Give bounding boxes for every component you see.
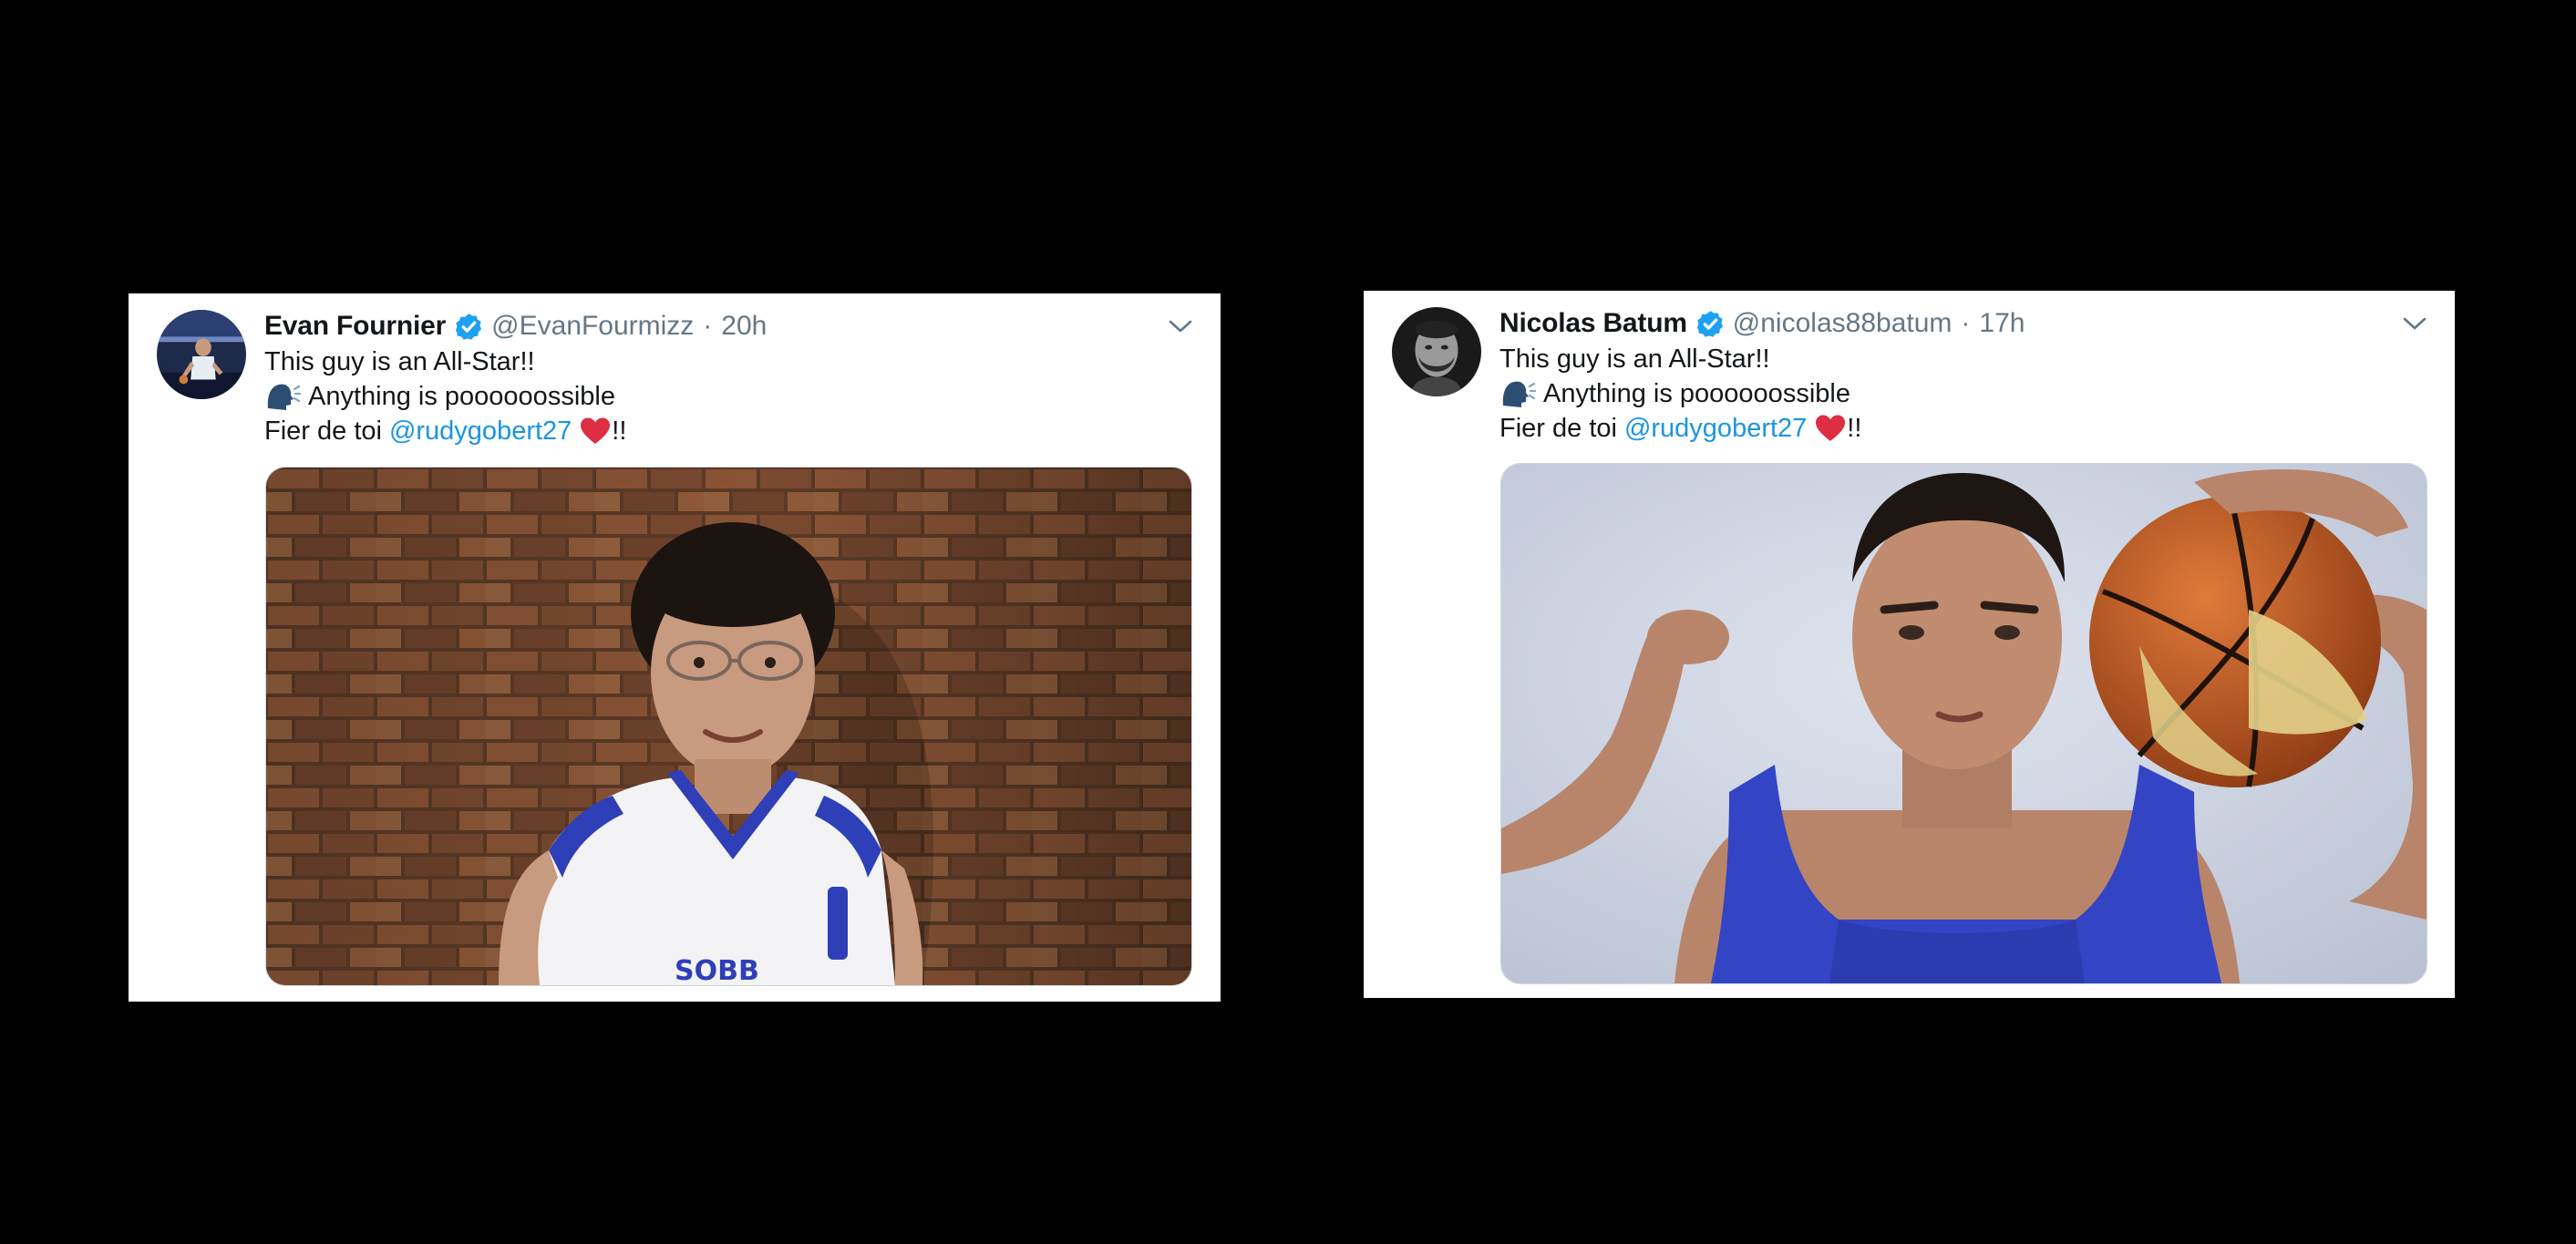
tweet-card-evan-fournier[interactable]: Evan Fournier @EvanFourmizz · 20h This g… [129,293,1221,1002]
chevron-down-icon[interactable] [2402,314,2427,333]
avatar[interactable] [1392,307,1481,396]
tweet-line-2: Anything is poooooossible [1499,376,2418,411]
handle[interactable]: @EvanFourmizz [491,311,694,342]
red-heart-icon [579,416,612,446]
avatar-image [157,310,246,399]
speaking-head-icon [1499,378,1536,409]
handle[interactable]: @nicolas88batum [1733,308,1953,339]
tweet-line-2-text: Anything is poooooossible [1543,379,1850,408]
display-name[interactable]: Evan Fournier [264,311,446,342]
display-name[interactable]: Nicolas Batum [1499,308,1687,339]
tweet-line-1: This guy is an All-Star!! [264,347,535,376]
tweet-line-3-suffix: !! [612,416,627,446]
tweet-line-3: Fier de toi @rudygobert27 !! [264,414,1184,448]
tweet-text: This guy is an All-Star!! Anything is po… [264,344,1184,448]
tweet-line-3: Fier de toi @rudygobert27 !! [1499,411,2418,446]
tweet-line-3-suffix: !! [1847,414,1862,443]
timestamp[interactable]: 20h [721,311,767,342]
speaking-head-icon [264,381,301,412]
tweet-line-1: This guy is an All-Star!! [1499,344,1770,374]
tweet-header: Nicolas Batum @nicolas88batum · 17h [1499,304,2318,343]
timestamp[interactable]: 17h [1979,308,2025,339]
photo-player-with-basketball [1501,464,2427,983]
tweet-header: Evan Fournier @EvanFourmizz · 20h [264,307,1084,345]
tweet-text: This guy is an All-Star!! Anything is po… [1499,342,2418,446]
tweet-card-nicolas-batum[interactable]: Nicolas Batum @nicolas88batum · 17h This… [1364,291,2455,998]
mention-link[interactable]: @rudygobert27 [1624,411,1807,446]
separator: · [1961,308,1971,338]
photo-young-player-brick-wall: SOBB [266,468,1191,985]
separator: · [703,311,713,341]
verified-badge-icon [454,312,484,342]
tweet-line-2: Anything is poooooossible [264,379,1184,414]
tweet-photo[interactable]: SOBB [265,467,1192,986]
tweet-line-3-prefix: Fier de toi [264,416,382,446]
tweet-photo[interactable] [1500,463,2427,984]
jersey-text: SOBB [675,955,759,985]
avatar[interactable] [157,310,246,399]
avatar-image [1392,307,1481,396]
tweet-line-2-text: Anything is poooooossible [308,382,615,411]
red-heart-icon [1814,414,1847,443]
mention-link[interactable]: @rudygobert27 [389,414,572,448]
chevron-down-icon[interactable] [1168,317,1193,335]
verified-badge-icon [1695,309,1726,339]
tweet-line-3-prefix: Fier de toi [1499,414,1617,443]
